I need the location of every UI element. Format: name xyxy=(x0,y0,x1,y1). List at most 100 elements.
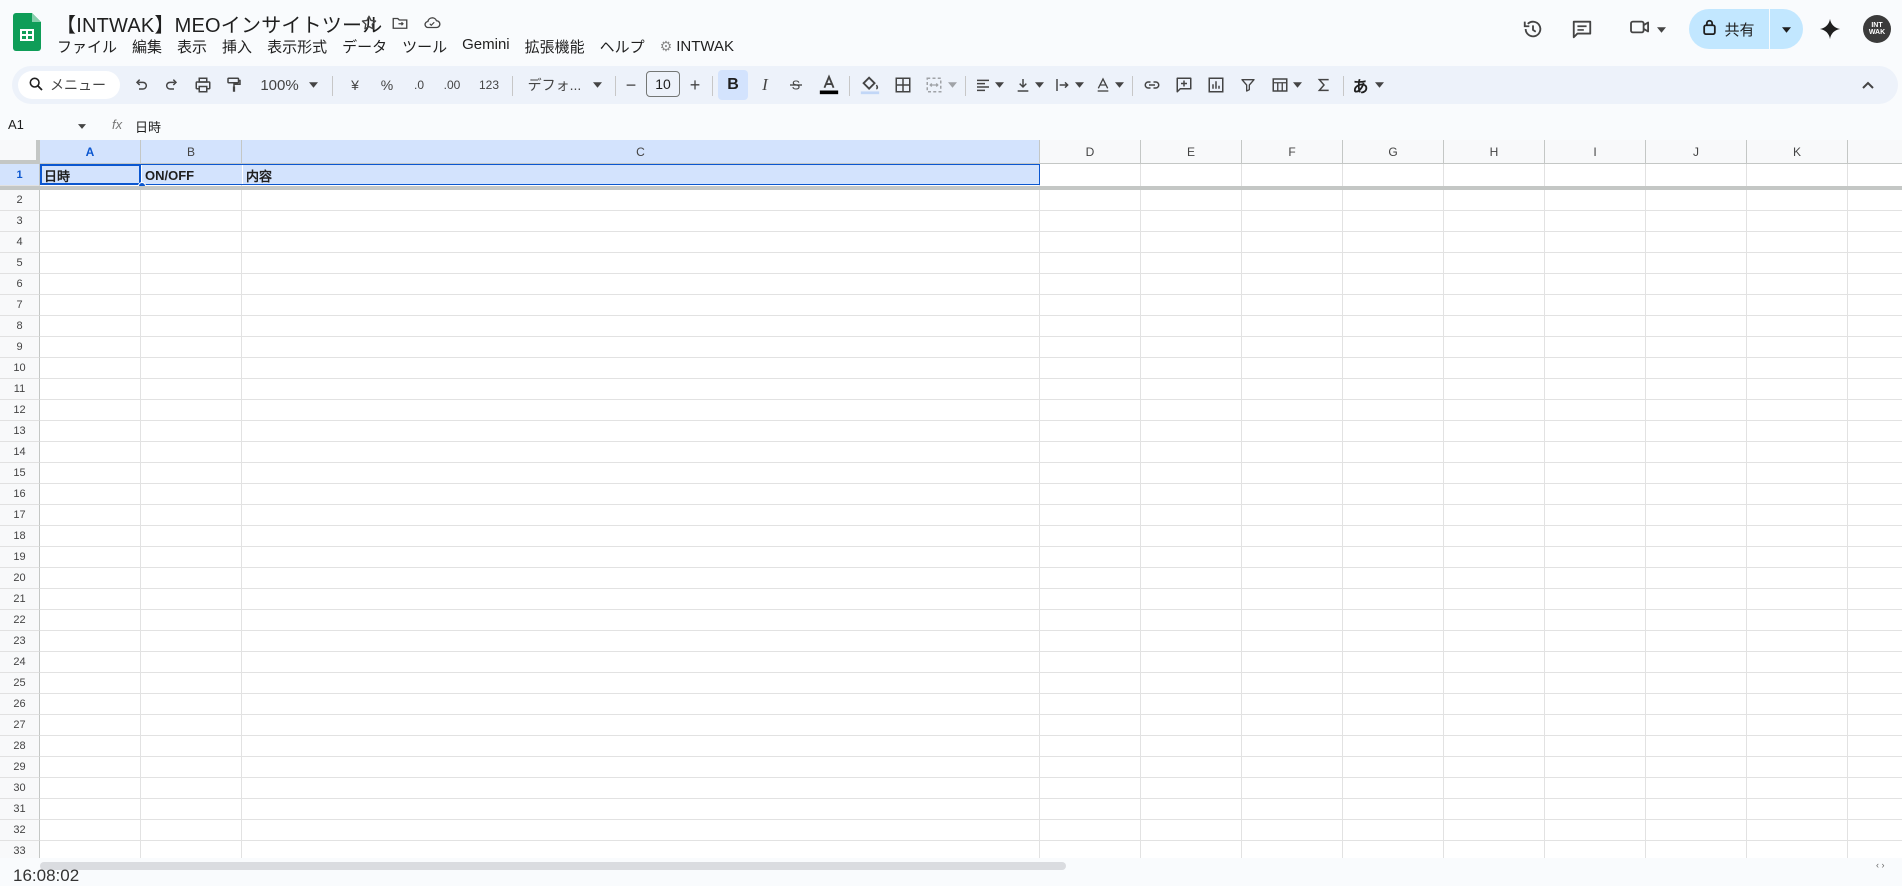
select-all-corner[interactable] xyxy=(0,140,40,164)
borders-icon[interactable] xyxy=(889,70,917,100)
row-header[interactable]: 20 xyxy=(0,568,40,589)
menu-insert[interactable]: 挿入 xyxy=(222,36,252,57)
row-header[interactable]: 9 xyxy=(0,337,40,358)
menu-intwak[interactable]: ⚙ INTWAK xyxy=(660,36,749,57)
font-size-decrease-button[interactable]: − xyxy=(619,70,643,100)
undo-icon[interactable] xyxy=(127,70,155,100)
column-header-h[interactable]: H xyxy=(1444,140,1545,164)
currency-format-button[interactable]: ¥ xyxy=(341,70,369,100)
number-format-button[interactable]: 123 xyxy=(472,70,506,100)
column-header-g[interactable]: G xyxy=(1343,140,1444,164)
row-header[interactable]: 33 xyxy=(0,841,40,858)
percent-format-button[interactable]: % xyxy=(373,70,401,100)
filter-views-icon[interactable] xyxy=(1266,70,1306,100)
cell-c1[interactable]: 内容 xyxy=(243,165,1040,185)
menu-extensions[interactable]: 拡張機能 xyxy=(525,36,585,57)
row-header[interactable]: 14 xyxy=(0,442,40,463)
column-header-c[interactable]: C xyxy=(242,140,1040,164)
input-tools-button[interactable]: あ xyxy=(1348,70,1388,100)
frozen-row-divider[interactable] xyxy=(0,186,1902,190)
column-header-a[interactable]: A xyxy=(40,140,141,164)
insert-chart-icon[interactable] xyxy=(1202,70,1230,100)
row-header[interactable]: 3 xyxy=(0,211,40,232)
meet-button[interactable] xyxy=(1617,9,1677,49)
row-header[interactable]: 30 xyxy=(0,778,40,799)
font-size-input[interactable]: 10 xyxy=(646,71,680,97)
decrease-decimal-button[interactable]: .0 xyxy=(405,70,433,100)
row-header[interactable]: 10 xyxy=(0,358,40,379)
print-icon[interactable] xyxy=(189,70,217,100)
row-header[interactable]: 13 xyxy=(0,421,40,442)
row-header[interactable]: 2 xyxy=(0,190,40,211)
sheets-logo-icon[interactable] xyxy=(13,13,41,51)
row-header[interactable]: 15 xyxy=(0,463,40,484)
row-header[interactable]: 17 xyxy=(0,505,40,526)
menu-edit[interactable]: 編集 xyxy=(132,36,162,57)
strikethrough-icon[interactable]: S xyxy=(782,70,810,100)
row-header[interactable]: 23 xyxy=(0,631,40,652)
menu-format[interactable]: 表示形式 xyxy=(267,36,327,57)
row-header[interactable]: 32 xyxy=(0,820,40,841)
row-header[interactable]: 26 xyxy=(0,694,40,715)
zoom-select[interactable]: 100% xyxy=(253,70,325,100)
document-title[interactable]: 【INTWAK】MEOインサイトツール xyxy=(56,9,382,38)
cloud-status-icon[interactable] xyxy=(421,12,443,34)
menu-search[interactable]: メニュー xyxy=(18,71,120,99)
text-color-icon[interactable] xyxy=(814,70,844,100)
column-header-l[interactable]: L xyxy=(1848,140,1902,164)
move-folder-icon[interactable] xyxy=(389,12,411,34)
row-header[interactable]: 5 xyxy=(0,253,40,274)
row-header[interactable]: 6 xyxy=(0,274,40,295)
filter-icon[interactable] xyxy=(1234,70,1262,100)
row-header[interactable]: 19 xyxy=(0,547,40,568)
font-select[interactable]: デフォ... xyxy=(521,70,609,100)
merge-cells-icon[interactable] xyxy=(921,70,961,100)
redo-icon[interactable] xyxy=(158,70,186,100)
vertical-align-icon[interactable] xyxy=(1011,70,1047,100)
star-icon[interactable] xyxy=(358,12,380,34)
gemini-spark-icon[interactable] xyxy=(1810,9,1850,49)
column-header-k[interactable]: K xyxy=(1747,140,1848,164)
row-header[interactable]: 28 xyxy=(0,736,40,757)
row-header[interactable]: 27 xyxy=(0,715,40,736)
bold-button[interactable]: B xyxy=(718,70,748,100)
increase-decimal-button[interactable]: .00 xyxy=(437,70,467,100)
share-main[interactable]: 共有 xyxy=(1689,9,1769,49)
column-header-e[interactable]: E xyxy=(1141,140,1242,164)
column-header-d[interactable]: D xyxy=(1040,140,1141,164)
cell-a1[interactable]: 日時 xyxy=(41,165,141,185)
version-history-icon[interactable] xyxy=(1513,9,1553,49)
row-header[interactable]: 25 xyxy=(0,673,40,694)
share-button[interactable]: 共有 xyxy=(1689,9,1803,49)
name-box[interactable]: A1 xyxy=(8,117,86,132)
cell-b1[interactable]: ON/OFF xyxy=(142,165,242,185)
formula-input[interactable]: 日時 xyxy=(135,117,161,136)
row-header[interactable]: 4 xyxy=(0,232,40,253)
row-header[interactable]: 18 xyxy=(0,526,40,547)
paint-format-icon[interactable] xyxy=(220,70,248,100)
row-header[interactable]: 31 xyxy=(0,799,40,820)
row-header[interactable]: 7 xyxy=(0,295,40,316)
collapse-menus-icon[interactable] xyxy=(1854,70,1882,100)
insert-link-icon[interactable] xyxy=(1138,70,1166,100)
scroll-arrows[interactable]: ‹ › xyxy=(1876,860,1885,870)
row-header[interactable]: 12 xyxy=(0,400,40,421)
menu-data[interactable]: データ xyxy=(342,36,387,57)
column-header-j[interactable]: J xyxy=(1646,140,1747,164)
column-header-f[interactable]: F xyxy=(1242,140,1343,164)
comments-icon[interactable] xyxy=(1562,9,1602,49)
fill-color-icon[interactable] xyxy=(855,70,885,100)
row-header[interactable]: 29 xyxy=(0,757,40,778)
row-header[interactable]: 16 xyxy=(0,484,40,505)
row-header[interactable]: 21 xyxy=(0,589,40,610)
text-rotation-icon[interactable] xyxy=(1091,70,1127,100)
font-size-increase-button[interactable]: + xyxy=(683,70,707,100)
italic-button[interactable]: I xyxy=(751,70,779,100)
spreadsheet-grid[interactable]: A B C D E F G H I J K L 1234567891011121… xyxy=(0,140,1902,858)
row-header[interactable]: 1 xyxy=(0,164,40,186)
insert-comment-icon[interactable] xyxy=(1170,70,1198,100)
avatar[interactable]: INT WAK xyxy=(1863,15,1891,43)
menu-help[interactable]: ヘルプ xyxy=(600,36,645,57)
row-header[interactable]: 22 xyxy=(0,610,40,631)
column-header-i[interactable]: I xyxy=(1545,140,1646,164)
